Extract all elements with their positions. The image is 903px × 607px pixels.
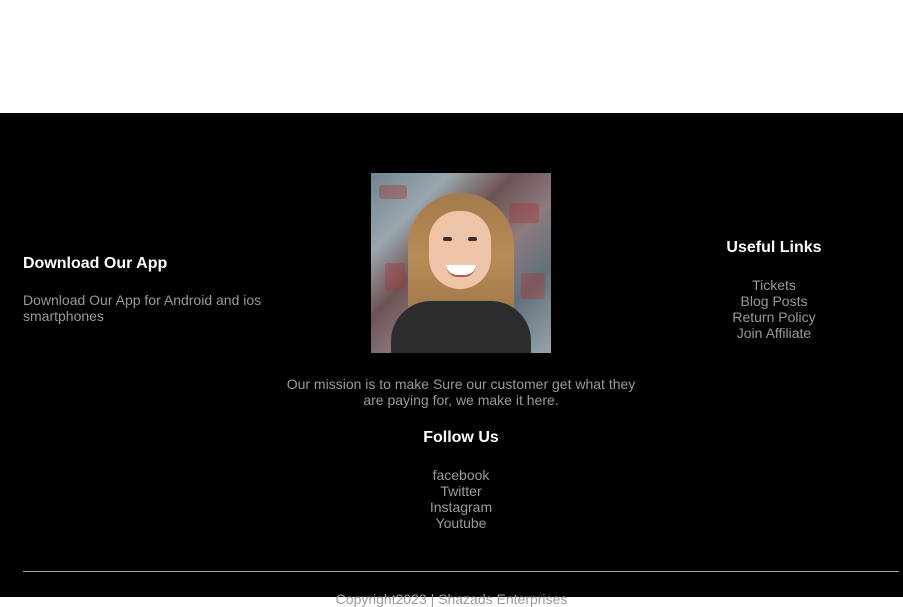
useful-link-join-affiliate[interactable]: Join Affiliate	[690, 325, 858, 341]
useful-links-section: Useful Links Tickets Blog Posts Return P…	[690, 239, 858, 341]
mission-text: Our mission is to make Sure our customer…	[286, 376, 636, 408]
photo-detail	[509, 203, 539, 223]
useful-link-return-policy[interactable]: Return Policy	[690, 309, 858, 325]
useful-links-title: Useful Links	[726, 239, 822, 256]
page-top-area	[0, 0, 903, 113]
follow-us-title: Follow Us	[423, 429, 499, 446]
photo-jacket	[391, 301, 531, 353]
download-app-description: Download Our App for Android and ios sma…	[23, 292, 262, 324]
useful-link-blog-posts[interactable]: Blog Posts	[690, 293, 858, 309]
photo-detail	[521, 273, 545, 299]
social-link-instagram[interactable]: Instagram	[277, 499, 645, 515]
photo-eye	[468, 237, 477, 241]
footer-divider	[23, 571, 899, 572]
profile-photo	[371, 173, 551, 353]
site-footer: Download Our App Download Our App for An…	[0, 113, 903, 607]
copyright-text: Copyright2023 | Shazads Enterprises	[335, 591, 568, 607]
useful-links-list: Tickets Blog Posts Return Policy Join Af…	[690, 277, 858, 341]
mission-section: Our mission is to make Sure our customer…	[277, 173, 645, 531]
useful-link-tickets[interactable]: Tickets	[690, 277, 858, 293]
social-link-youtube[interactable]: Youtube	[277, 515, 645, 531]
social-link-facebook[interactable]: facebook	[277, 467, 645, 483]
download-app-title: Download Our App	[23, 255, 168, 272]
social-links-list: facebook Twitter Instagram Youtube	[277, 467, 645, 531]
social-link-twitter[interactable]: Twitter	[277, 483, 645, 499]
download-app-section: Download Our App Download Our App for An…	[23, 254, 283, 324]
photo-detail	[385, 263, 405, 291]
photo-detail	[379, 185, 407, 199]
photo-face	[429, 211, 491, 289]
photo-eye	[443, 237, 452, 241]
